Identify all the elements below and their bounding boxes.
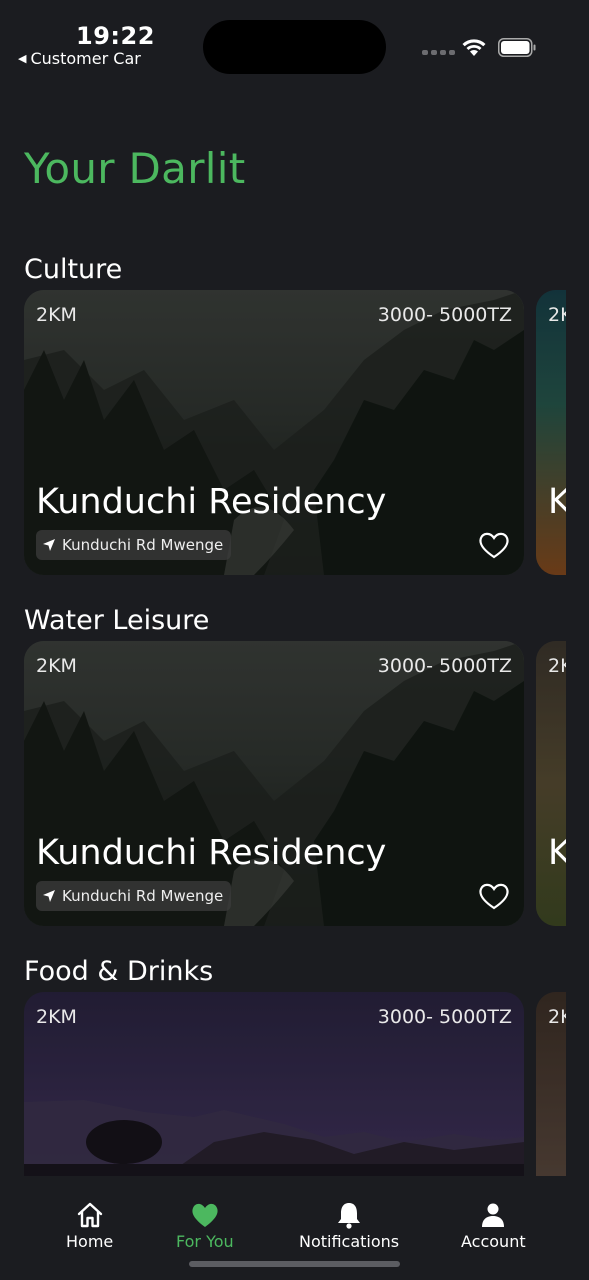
place-card[interactable]: 2KM 3000- 5000TZ Kunduchi Residency Kund… <box>24 641 524 926</box>
place-name: Kunduchi Residency <box>36 833 387 873</box>
status-bar: 19:22 ◀ Customer Car <box>0 0 589 80</box>
page-title: Your Darlit <box>24 144 246 193</box>
tab-account[interactable]: Account <box>461 1200 526 1251</box>
location-chip: Kunduchi Rd Mwenge <box>36 881 232 911</box>
price-label: 3000- 5000TZ <box>377 1006 512 1028</box>
section-title: Water Leisure <box>24 605 210 636</box>
cellular-signal-icon <box>422 50 455 55</box>
carousel[interactable]: 2KM 3000- 5000TZ Kunduchi Residency Kund… <box>24 641 566 926</box>
place-name: Kunduchi Residency <box>36 482 387 522</box>
card-overlay <box>536 641 566 926</box>
status-time: 19:22 <box>76 22 155 50</box>
location-text: Kunduchi Rd Mwenge <box>62 536 224 554</box>
distance-label: 2KM <box>36 655 77 677</box>
bell-icon <box>338 1203 361 1229</box>
place-name: K <box>548 833 566 873</box>
place-card[interactable]: 2KM 3000- 5000TZ Kunduchi Residency Kund… <box>24 290 524 575</box>
distance-label: 2KM <box>36 1006 77 1028</box>
location-text: Kunduchi Rd Mwenge <box>62 887 224 905</box>
distance-label: 2K <box>548 304 566 326</box>
navigation-arrow-icon <box>43 539 55 551</box>
battery-icon <box>498 38 536 57</box>
tab-label: Notifications <box>299 1232 400 1251</box>
carousel[interactable]: 2KM 3000- 5000TZ Kunduchi Residency Kund… <box>24 290 566 575</box>
card-overlay <box>536 290 566 575</box>
home-indicator[interactable] <box>189 1261 400 1267</box>
tab-label: Account <box>461 1232 526 1251</box>
place-card-peek[interactable]: 2K K <box>536 641 566 926</box>
place-name: K <box>548 482 566 522</box>
tab-for-you[interactable]: For You <box>176 1200 234 1251</box>
distance-label: 2K <box>548 655 566 677</box>
wifi-icon <box>462 39 486 56</box>
triangle-left-icon: ◀ <box>18 52 27 65</box>
place-card-peek[interactable]: 2K <box>536 992 566 1176</box>
favorite-heart-icon[interactable] <box>478 530 510 560</box>
section-title: Food & Drinks <box>24 956 214 987</box>
house-icon <box>77 1202 102 1228</box>
tab-label: Home <box>66 1232 114 1251</box>
section-title: Culture <box>24 254 123 285</box>
favorite-heart-icon[interactable] <box>478 881 510 911</box>
price-label: 3000- 5000TZ <box>377 304 512 326</box>
place-card-peek[interactable]: 2K K <box>536 290 566 575</box>
price-label: 3000- 5000TZ <box>377 655 512 677</box>
navigation-arrow-icon <box>43 890 55 902</box>
distance-label: 2K <box>548 1006 566 1028</box>
tab-label: For You <box>176 1232 234 1251</box>
location-chip: Kunduchi Rd Mwenge <box>36 530 232 560</box>
tab-notifications[interactable]: Notifications <box>299 1200 399 1251</box>
distance-label: 2KM <box>36 304 77 326</box>
heart-icon <box>192 1203 218 1227</box>
tab-home[interactable]: Home <box>66 1200 113 1251</box>
dynamic-island <box>203 20 386 74</box>
back-app-label: Customer Car <box>30 49 141 68</box>
place-card[interactable]: 2KM 3000- 5000TZ <box>24 992 524 1176</box>
carousel[interactable]: 2KM 3000- 5000TZ 2K <box>24 992 566 1176</box>
back-to-app-link[interactable]: ◀ Customer Car <box>18 49 141 68</box>
person-icon <box>482 1203 505 1227</box>
